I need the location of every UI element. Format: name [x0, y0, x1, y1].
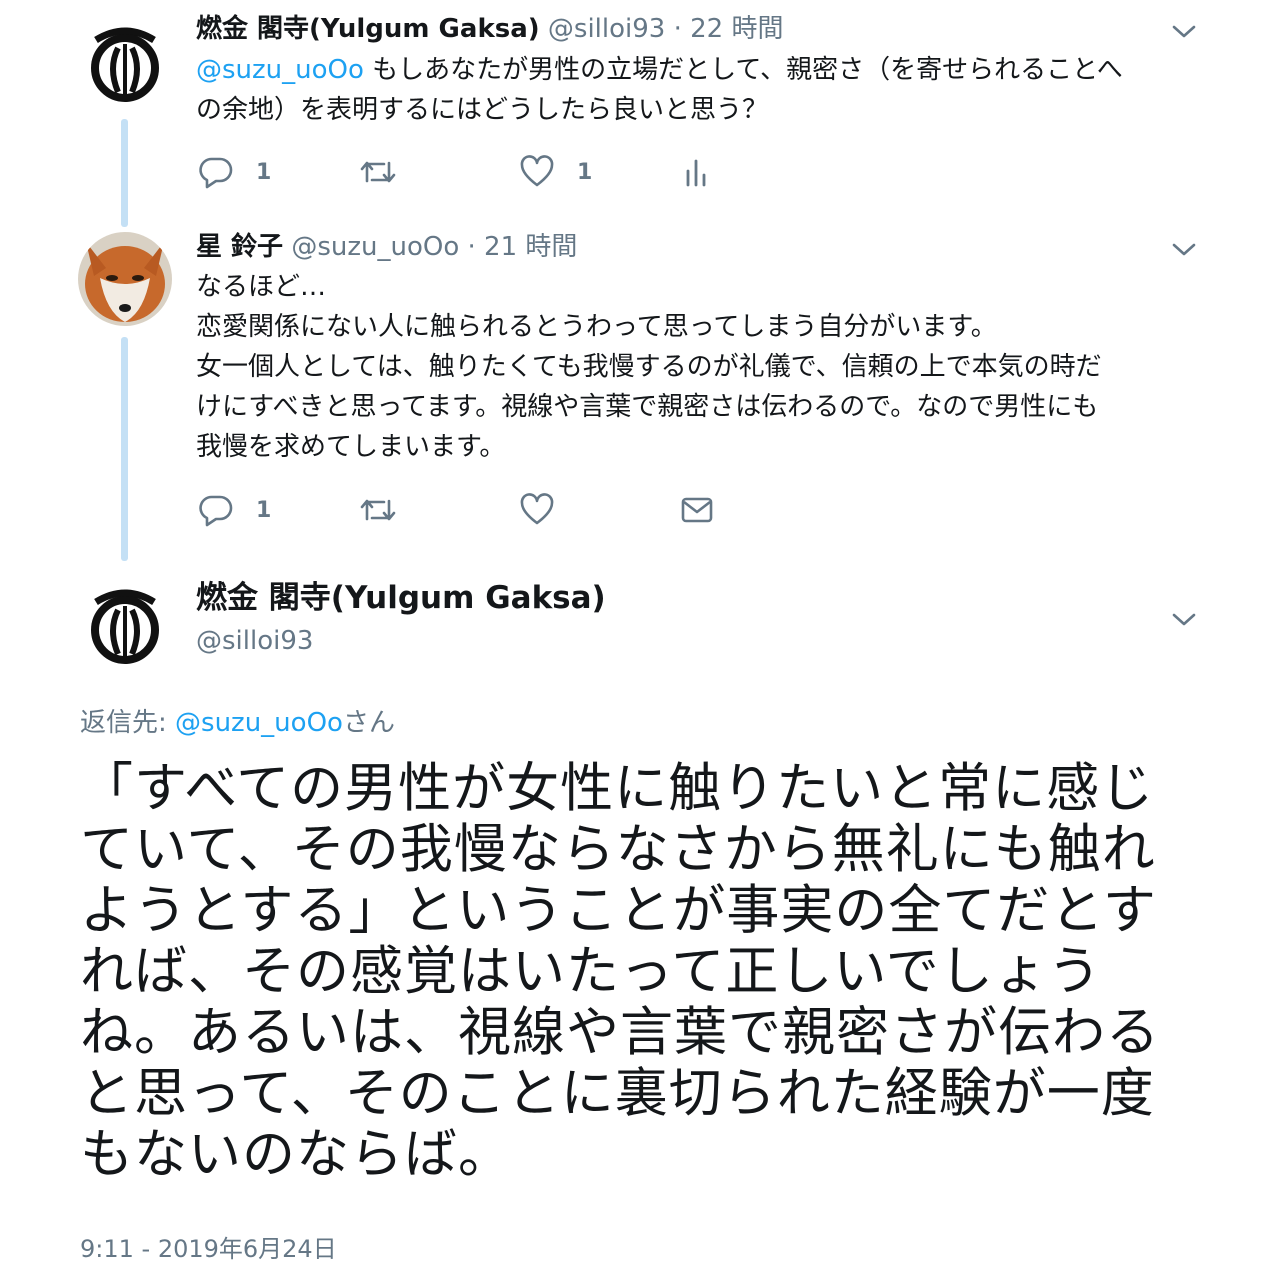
tweet2-reply-count: 1	[256, 497, 272, 523]
tweet1-handle[interactable]: @silloi93	[548, 14, 665, 44]
tweet2-handle[interactable]: @suzu_uoOo	[291, 232, 459, 262]
tweet1-text-line2: の余地）を表明するにはどうしたら良いと思う？	[196, 95, 769, 125]
tweet2-text-line: 恋愛関係にない人に触られるとうわって思ってしまう自分がいます。	[196, 312, 997, 342]
tweet2-display-name[interactable]: 星 鈴子	[196, 232, 283, 262]
fox-avatar	[78, 232, 172, 326]
tweet1-analytics-button[interactable]	[682, 155, 712, 189]
tweet1-retweet-button[interactable]	[358, 155, 398, 189]
like-icon	[520, 155, 554, 187]
chevron-down-icon[interactable]	[1169, 16, 1199, 46]
analytics-icon	[686, 159, 706, 187]
tweet1-time[interactable]: 22 時間	[690, 14, 783, 44]
retweet-icon	[360, 499, 396, 521]
tweet1-display-name[interactable]: 燃金 閣寺(Yulgum Gaksa)	[196, 14, 540, 44]
main-display-name[interactable]: 燃金 閣寺(Yulgum Gaksa)	[196, 578, 606, 618]
main-text-line: ていて、その我慢ならなさから無礼にも触れ	[80, 819, 1156, 880]
avatar-emblem[interactable]	[78, 576, 172, 670]
main-text-line: もないのならば。	[80, 1124, 512, 1185]
main-timestamp[interactable]: 9:11 - 2019年6月24日	[80, 1232, 337, 1266]
tweet1-separator: ·	[673, 14, 682, 44]
tweet1-text: @suzu_uoOo もしあなたが男性の立場だとして、親密さ（を寄せられることへ…	[196, 50, 1206, 130]
main-text-line: ようとする」ということが事実の全てだとす	[80, 880, 1157, 941]
emblem-avatar	[78, 576, 172, 670]
tweet1-like-button[interactable]: 1	[519, 155, 592, 189]
tweet1-text-body: もしあなたが男性の立場だとして、親密さ（を寄せられることへ	[363, 55, 1123, 85]
tweet2-retweet-button[interactable]	[358, 493, 398, 527]
chevron-down-icon[interactable]	[1169, 604, 1199, 634]
like-icon	[520, 493, 554, 525]
tweet2-text: なるほど… 恋愛関係にない人に触られるとうわって思ってしまう自分がいます。 女一…	[196, 267, 1206, 467]
tweet1-like-count: 1	[577, 159, 593, 185]
emblem-avatar	[78, 14, 172, 108]
reply-icon	[199, 495, 233, 527]
tweet2-text-line: けにすべきと思ってます。視線や言葉で親密さは伝わるので。なので男性にも	[196, 392, 1099, 422]
avatar-emblem[interactable]	[78, 14, 172, 108]
chevron-down-icon[interactable]	[1169, 234, 1199, 264]
tweet2-dm-button[interactable]	[680, 493, 714, 527]
tweet2-text-line: なるほど…	[196, 272, 327, 302]
reply-to-suffix: さん	[342, 708, 395, 738]
main-text-line: 「すべての男性が女性に触りたいと常に感じ	[80, 758, 1155, 819]
tweet1-text-line1: @suzu_uoOo もしあなたが男性の立場だとして、親密さ（を寄せられることへ	[196, 50, 1206, 90]
avatar-fox[interactable]	[78, 232, 172, 326]
main-handle[interactable]: @silloi93	[196, 623, 313, 659]
reply-to-handle[interactable]: @suzu_uoOo	[175, 708, 343, 738]
main-text-line: れば、その感覚はいたって正しいでしょう	[80, 941, 1102, 1002]
main-text-line: ね。あるいは、視線や言葉で親密さが伝わる	[80, 1002, 1160, 1063]
tweet2-header: 星 鈴子 @suzu_uoOo · 21 時間	[196, 230, 577, 264]
tweet2-text-line: 女一個人としては、触りたくても我慢するのが礼儀で、信頼の上で本気の時だ	[196, 352, 1102, 382]
tweet1-reply-count: 1	[256, 159, 272, 185]
thread-line-2	[121, 337, 128, 561]
tweet2-time[interactable]: 21 時間	[484, 232, 577, 262]
main-text-line: と思って、そのことに裏切られた経験が一度	[80, 1063, 1155, 1124]
reply-to-line: 返信先: @suzu_uoOoさん	[80, 705, 395, 741]
dm-icon	[681, 497, 713, 523]
main-tweet-text: 「すべての男性が女性に触りたいと常に感じ ていて、その我慢ならなさから無礼にも触…	[80, 758, 1200, 1185]
thread-line-1	[121, 119, 128, 227]
tweet2-reply-button[interactable]: 1	[198, 493, 271, 527]
tweet1-reply-button[interactable]: 1	[198, 155, 271, 189]
tweet1-header: 燃金 閣寺(Yulgum Gaksa) @silloi93 · 22 時間	[196, 12, 784, 46]
tweet2-separator: ·	[467, 232, 476, 262]
retweet-icon	[360, 161, 396, 183]
tweet2-text-line: 我慢を求めてしまいます。	[196, 432, 506, 462]
reply-to-prefix: 返信先:	[80, 708, 176, 738]
tweet2-like-button[interactable]	[519, 493, 555, 527]
tweet1-mention[interactable]: @suzu_uoOo	[196, 55, 364, 85]
reply-icon	[199, 157, 233, 189]
